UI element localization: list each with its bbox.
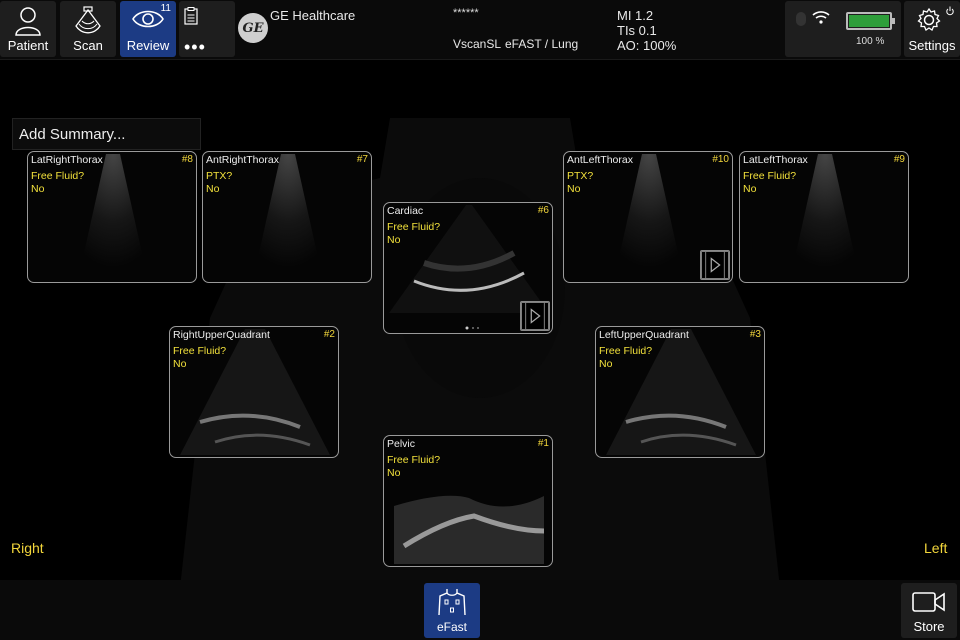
exam-preset: eFAST / Lung xyxy=(505,37,579,51)
tile-answer: No xyxy=(206,183,220,195)
tile-question: Free Fluid? xyxy=(387,454,441,466)
tile-question: PTX? xyxy=(206,170,233,182)
wifi-icon xyxy=(812,11,830,24)
tile-answer: No xyxy=(567,183,581,195)
review-label: Review xyxy=(126,38,170,53)
side-label-left: Left xyxy=(924,540,948,556)
settings-button[interactable]: Settings xyxy=(904,1,960,57)
tile-annotation: Free Fluid? No xyxy=(31,170,84,196)
video-camera-icon xyxy=(912,592,945,612)
tile-annotation: Free Fluid? No xyxy=(599,345,652,371)
battery-fill xyxy=(849,15,889,27)
tile-annotation: Free Fluid? No xyxy=(743,170,796,196)
tile-answer: No xyxy=(387,234,401,246)
tile-answer: No xyxy=(31,183,45,195)
tile-number: #10 xyxy=(712,154,729,165)
add-summary-field[interactable]: Add Summary... xyxy=(12,118,201,150)
clip-tile-cardiac[interactable]: Cardiac #6 Free Fluid? No xyxy=(383,202,553,334)
patient-button[interactable]: Patient xyxy=(0,1,56,57)
clip-tile-antleftthorax[interactable]: AntLeftThorax #10 PTX? No xyxy=(563,151,733,283)
tile-title: LeftUpperQuadrant xyxy=(599,329,689,341)
review-button[interactable]: 11 Review xyxy=(120,1,176,57)
battery-percent: 100 % xyxy=(856,36,885,47)
torso-icon xyxy=(438,589,466,616)
tile-question: Free Fluid? xyxy=(387,221,441,233)
tile-title: LatRightThorax xyxy=(31,154,103,166)
tile-annotation: Free Fluid? No xyxy=(387,454,440,480)
tile-title: Pelvic xyxy=(387,438,416,450)
clip-tile-leftupperquadrant[interactable]: LeftUpperQuadrant #3 Free Fluid? No xyxy=(595,326,765,458)
tile-annotation: Free Fluid? No xyxy=(173,345,226,371)
tile-title: LatLeftThorax xyxy=(743,154,808,166)
gear-icon xyxy=(917,7,941,31)
mi-value: MI 1.2 xyxy=(617,8,654,23)
clip-tile-pelvic[interactable]: Pelvic #1 Free Fluid? No xyxy=(383,435,553,567)
tile-question: Free Fluid? xyxy=(599,345,653,357)
efast-label: eFast xyxy=(436,620,467,634)
bluetooth-icon xyxy=(796,12,806,26)
tile-answer: No xyxy=(387,467,401,479)
tile-answer: No xyxy=(599,358,613,370)
tile-question: Free Fluid? xyxy=(173,345,227,357)
clip-tile-latrightthorax[interactable]: LatRightThorax #8 Free Fluid? No xyxy=(27,151,197,283)
tile-number: #7 xyxy=(356,154,368,165)
probe-name: VscanSL xyxy=(453,37,502,51)
power-icon xyxy=(946,6,954,16)
tile-annotation: Free Fluid? No xyxy=(387,221,440,247)
scan-label: Scan xyxy=(73,38,103,53)
patient-id: ****** xyxy=(453,7,479,19)
side-label-right: Right xyxy=(11,540,44,556)
efast-button[interactable]: eFast xyxy=(424,583,480,638)
eye-icon xyxy=(132,10,164,28)
settings-label: Settings xyxy=(908,38,956,53)
tile-annotation: PTX? No xyxy=(567,170,593,196)
top-toolbar: Patient Scan 11 Review ••• GE GE Healthc… xyxy=(0,0,960,60)
patient-label: Patient xyxy=(7,38,49,53)
clip-tile-rightupperquadrant[interactable]: RightUpperQuadrant #2 Free Fluid? No xyxy=(169,326,339,458)
more-menu-icon[interactable]: ••• xyxy=(184,37,206,58)
video-clip-icon xyxy=(700,250,730,280)
acoustic-indices: MI 1.2 TIs 0.1 AO: 100% xyxy=(617,8,676,53)
tile-title: AntLeftThorax xyxy=(567,154,633,166)
bottom-toolbar xyxy=(0,580,960,640)
tile-title: AntRightThorax xyxy=(206,154,279,166)
tile-question: Free Fluid? xyxy=(31,170,85,182)
tile-number: #6 xyxy=(537,205,549,216)
person-icon xyxy=(15,7,41,36)
tile-title: RightUpperQuadrant xyxy=(173,329,270,341)
tile-question: Free Fluid? xyxy=(743,170,797,182)
tile-number: #2 xyxy=(323,329,335,340)
scan-button[interactable]: Scan xyxy=(60,1,116,57)
brand-name: GE Healthcare xyxy=(270,8,356,23)
clipboard-icon xyxy=(184,7,198,25)
tile-answer: No xyxy=(173,358,187,370)
video-clip-icon xyxy=(520,301,550,331)
tile-number: #1 xyxy=(537,438,549,449)
store-label: Store xyxy=(913,619,945,634)
ao-value: AO: 100% xyxy=(617,38,677,53)
ge-logo: GE xyxy=(238,13,268,43)
tis-value: TIs 0.1 xyxy=(617,23,657,38)
tile-question: PTX? xyxy=(567,170,594,182)
tile-title: Cardiac xyxy=(387,205,424,217)
tile-number: #8 xyxy=(181,154,193,165)
clip-tile-latleftthorax[interactable]: LatLeftThorax #9 Free Fluid? No xyxy=(739,151,909,283)
store-button[interactable]: Store xyxy=(901,583,957,638)
probe-scan-icon xyxy=(75,6,101,34)
tile-annotation: PTX? No xyxy=(206,170,232,196)
clip-tile-antrightthorax[interactable]: AntRightThorax #7 PTX? No xyxy=(202,151,372,283)
tile-number: #9 xyxy=(893,154,905,165)
tile-answer: No xyxy=(743,183,757,195)
tile-number: #3 xyxy=(749,329,761,340)
battery-icon xyxy=(846,12,895,30)
